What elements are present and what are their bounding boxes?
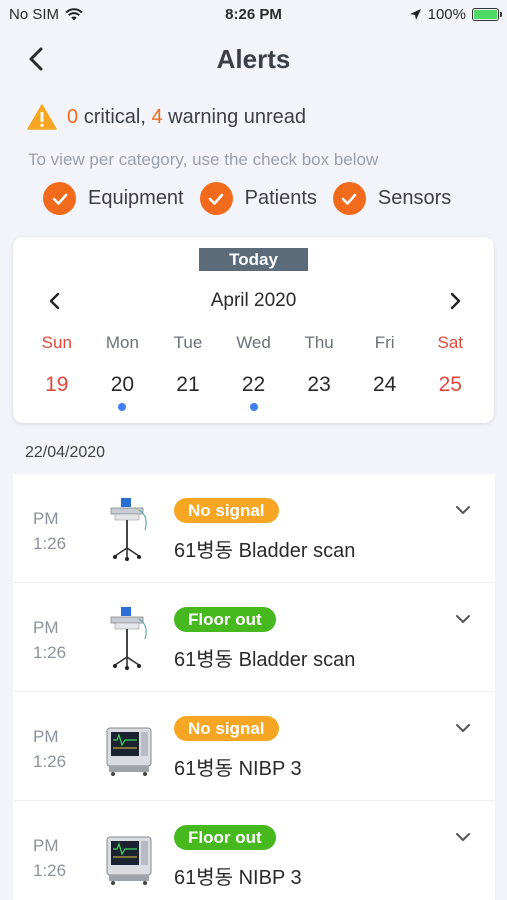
filter-equipment[interactable]: Equipment	[43, 182, 184, 215]
date-cell[interactable]: 22	[221, 373, 287, 413]
alert-status-badge: Floor out	[174, 607, 276, 632]
alert-period: PM	[33, 509, 59, 528]
alert-device-name: 61병동 NIBP 3	[174, 758, 302, 780]
chevron-down-icon[interactable]	[453, 500, 473, 520]
date-number: 25	[438, 373, 462, 396]
filter-label: Patients	[244, 187, 317, 209]
weekday-label: Mon	[105, 333, 139, 352]
date-cell[interactable]: 21	[155, 373, 221, 413]
filter-label: Sensors	[377, 187, 452, 209]
critical-count: 0	[67, 105, 79, 128]
chevron-down-icon[interactable]	[453, 609, 473, 629]
alert-clock: 1:26	[33, 861, 67, 880]
nibp-monitor-icon	[106, 836, 152, 885]
today-button[interactable]: Today	[199, 248, 308, 271]
chevron-down-icon[interactable]	[453, 718, 473, 738]
event-dot	[118, 403, 127, 411]
alert-row[interactable]: PM 1:26 Floor out 61병동 Bladder scan	[13, 583, 495, 692]
bladder-scanner-icon	[110, 498, 147, 561]
chevron-down-icon[interactable]	[453, 827, 473, 847]
category-hint: To view per category, use the check box …	[28, 150, 379, 169]
next-month-button[interactable]	[443, 289, 467, 313]
filter-sensors[interactable]: Sensors	[332, 182, 452, 215]
date-cell[interactable]: 25	[417, 373, 483, 413]
date-number: 24	[373, 373, 397, 396]
week-calendar: Today April 2020 Sun Mon Tue Wed Thu Fri…	[13, 237, 494, 423]
date-cell[interactable]: 19	[24, 373, 90, 413]
date-cell[interactable]: 24	[352, 373, 418, 413]
alert-device-name: 61병동 Bladder scan	[174, 649, 356, 671]
date-number: 22	[241, 373, 266, 396]
section-date-header: 22/04/2020	[25, 444, 106, 461]
alert-row[interactable]: PM 1:26 No signal 61병동 Bladder scan	[13, 474, 495, 583]
date-number: 20	[110, 373, 135, 396]
nibp-monitor-icon	[106, 727, 152, 776]
status-bar: No SIM 8:26 PM 100%	[0, 0, 507, 30]
date-cell[interactable]: 20	[90, 373, 156, 413]
battery-icon	[472, 8, 502, 21]
alert-time: PM 1:26	[33, 506, 66, 556]
alert-period: PM	[33, 836, 59, 855]
weekday-label: Fri	[374, 333, 395, 352]
alert-status-badge: Floor out	[174, 825, 276, 850]
alert-clock: 1:26	[33, 534, 67, 553]
alert-device-name: 61병동 Bladder scan	[174, 540, 356, 562]
alert-clock: 1:26	[33, 752, 67, 771]
chevron-right-icon	[450, 292, 461, 310]
warning-count: 4	[151, 105, 163, 128]
event-dot	[249, 403, 258, 411]
alert-row[interactable]: PM 1:26 No signal 61병동 NIBP 3	[13, 692, 495, 801]
checkbox-checked-icon[interactable]	[43, 182, 76, 215]
date-number: 19	[45, 373, 69, 396]
weekday-label: Tue	[173, 333, 203, 352]
weekday-label: Wed	[236, 333, 271, 352]
alert-clock: 1:26	[33, 643, 67, 662]
weekday-label: Sat	[437, 333, 464, 352]
alert-time: PM 1:26	[33, 615, 66, 665]
alert-period: PM	[33, 727, 59, 746]
month-label: April 2020	[210, 290, 297, 311]
date-number: 21	[176, 373, 200, 396]
alert-status-badge: No signal	[174, 498, 279, 523]
alert-status-badge: No signal	[174, 716, 279, 741]
filter-label: Equipment	[88, 187, 184, 209]
date-cell[interactable]: 23	[286, 373, 352, 413]
alert-summary: 0 critical, 4 warning unread	[27, 104, 306, 130]
alert-row[interactable]: PM 1:26 Floor out 61병동 NIBP 3	[13, 801, 495, 900]
bladder-scanner-icon	[110, 607, 147, 670]
warning-label: warning unread	[168, 105, 307, 128]
page-title: Alerts	[216, 44, 291, 74]
filter-patients[interactable]: Patients	[199, 182, 317, 215]
critical-label: critical,	[83, 105, 146, 128]
alert-time: PM 1:26	[33, 833, 66, 883]
weekday-header: Sun Mon Tue Wed Thu Fri Sat	[24, 333, 483, 353]
alert-device-name: 61병동 NIBP 3	[174, 867, 302, 889]
location-arrow-icon	[409, 9, 421, 20]
alert-time: PM 1:26	[33, 724, 66, 774]
date-row: 19 20 21 22 23 24 25	[24, 373, 483, 413]
alert-period: PM	[33, 618, 59, 637]
status-right: 100%	[409, 6, 502, 23]
battery-percent: 100%	[427, 6, 466, 23]
weekday-label: Thu	[304, 333, 334, 352]
warning-icon	[27, 104, 57, 130]
category-filters: Equipment Patients Sensors	[43, 182, 467, 215]
alert-list: PM 1:26 No signal 61병동 Bladder scan PM 1…	[13, 474, 495, 900]
weekday-label: Sun	[41, 333, 72, 352]
date-number: 23	[307, 373, 331, 396]
checkbox-checked-icon[interactable]	[199, 182, 233, 215]
checkbox-checked-icon[interactable]	[332, 182, 366, 215]
